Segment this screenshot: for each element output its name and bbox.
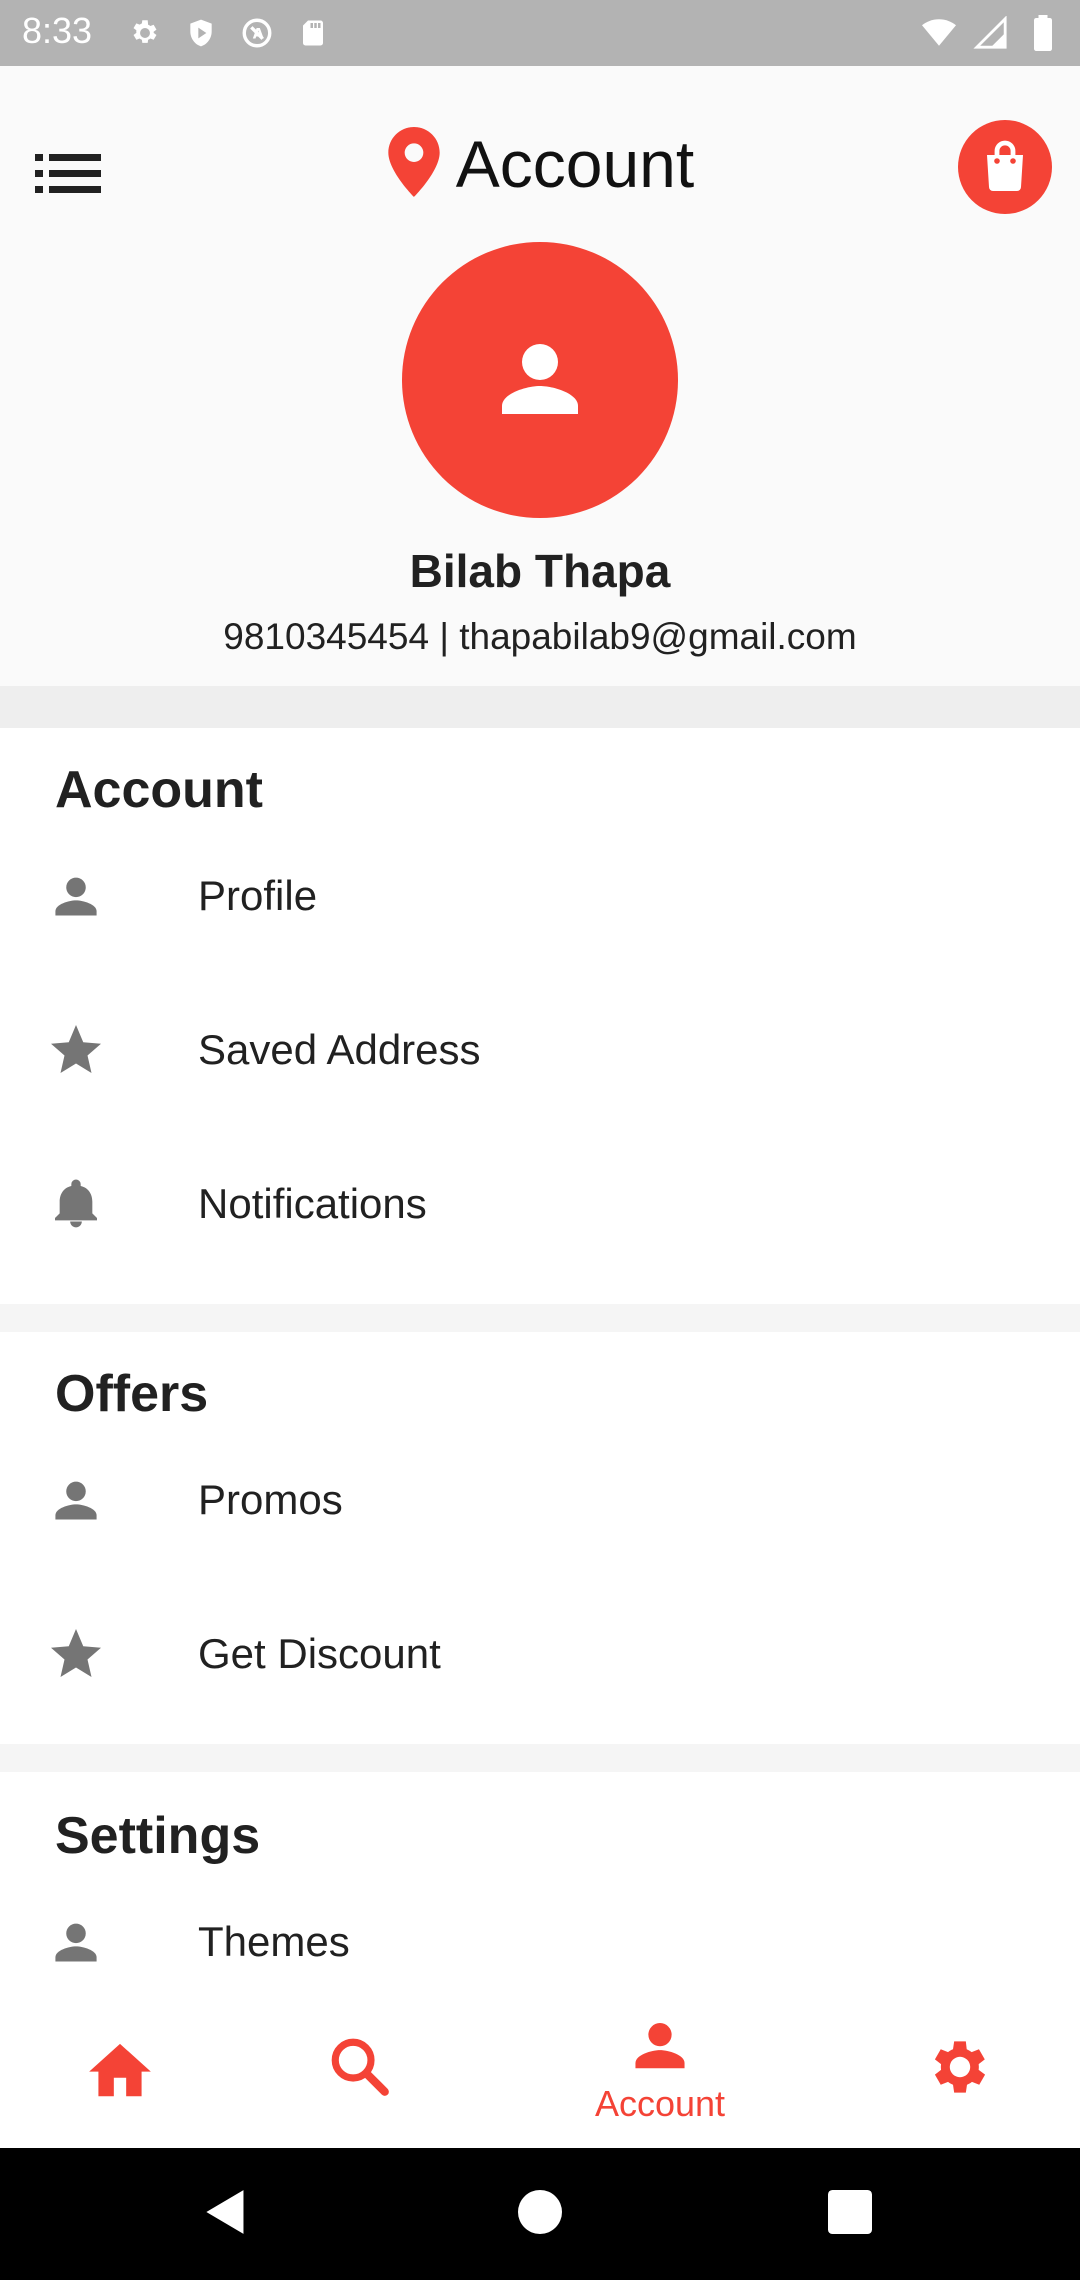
- home-button[interactable]: [510, 2184, 570, 2244]
- status-bar: 8:33 A: [0, 0, 1080, 66]
- list-item-label: Notifications: [198, 1180, 427, 1227]
- list-item-profile[interactable]: Profile: [0, 836, 1080, 956]
- sd-card-icon: [294, 14, 332, 52]
- list-item-label: Promos: [198, 1476, 343, 1523]
- svg-text:A: A: [253, 27, 264, 43]
- section-divider: [0, 1744, 1080, 1772]
- settings-section: Settings Themes: [0, 1772, 1080, 1990]
- wifi-icon: [920, 14, 958, 52]
- section-title-settings: Settings: [55, 1807, 261, 1865]
- gear-icon: [925, 2032, 995, 2107]
- profile-header: Account Bilab Thapa 9810345454 | thapabi…: [0, 66, 1080, 686]
- search-icon: [327, 2034, 393, 2105]
- settings-icon: [126, 14, 164, 52]
- location-pin-icon: [386, 126, 442, 202]
- recents-square-icon: [828, 2189, 872, 2239]
- status-right-icons: [920, 14, 1062, 52]
- user-name: Bilab Thapa: [409, 545, 671, 597]
- back-triangle-icon: [204, 2188, 248, 2241]
- list-item-themes[interactable]: Themes: [0, 1882, 1080, 1990]
- offers-section: Offers Promos Get Discount: [0, 1332, 1080, 1744]
- back-button[interactable]: [196, 2184, 256, 2244]
- list-item-saved-address[interactable]: Saved Address: [0, 990, 1080, 1110]
- page-title-wrap: Account: [0, 126, 1080, 202]
- section-divider: [0, 1304, 1080, 1332]
- bell-icon: [46, 1174, 106, 1234]
- star-icon: [46, 1624, 106, 1684]
- avatar[interactable]: [402, 242, 678, 518]
- star-icon: [46, 1020, 106, 1080]
- person-icon: [46, 1912, 106, 1972]
- section-divider: [0, 686, 1080, 728]
- user-contact: 9810345454 | thapabilab9@gmail.com: [223, 616, 857, 657]
- list-item-promos[interactable]: Promos: [0, 1440, 1080, 1560]
- recents-button[interactable]: [820, 2184, 880, 2244]
- nav-settings[interactable]: [900, 1990, 1020, 2148]
- home-circle-icon: [518, 2189, 562, 2239]
- section-title-account: Account: [55, 761, 263, 819]
- status-time: 8:33: [22, 10, 93, 51]
- nav-search[interactable]: [300, 1990, 420, 2148]
- person-icon: [46, 1470, 106, 1530]
- home-icon: [83, 2034, 157, 2105]
- battery-icon: [1024, 14, 1062, 52]
- nav-account[interactable]: Account: [560, 1990, 760, 2148]
- person-icon: [629, 2014, 691, 2081]
- no-sim-icon: A: [238, 14, 276, 52]
- play-protect-icon: [182, 14, 220, 52]
- list-item-label: Get Discount: [198, 1630, 441, 1677]
- nav-home[interactable]: [60, 1990, 180, 2148]
- list-item-label: Saved Address: [198, 1026, 481, 1073]
- shopping-bag-icon: [981, 139, 1029, 196]
- section-title-offers: Offers: [55, 1365, 209, 1423]
- person-icon: [46, 866, 106, 926]
- system-navigation-bar: [0, 2148, 1080, 2280]
- person-icon: [492, 330, 588, 431]
- bottom-navigation: Account: [0, 1990, 1080, 2148]
- list-item-notifications[interactable]: Notifications: [0, 1144, 1080, 1264]
- nav-account-label: Account: [594, 2082, 726, 2124]
- list-item-label: Profile: [198, 872, 318, 919]
- signal-icon: [972, 14, 1010, 52]
- account-section: Account Profile Saved Address Notificati…: [0, 728, 1080, 1304]
- list-item-get-discount[interactable]: Get Discount: [0, 1594, 1080, 1714]
- status-left-icons: A: [126, 14, 332, 52]
- cart-button[interactable]: [958, 120, 1052, 214]
- list-item-label: Themes: [198, 1918, 350, 1965]
- page-title: Account: [455, 127, 695, 201]
